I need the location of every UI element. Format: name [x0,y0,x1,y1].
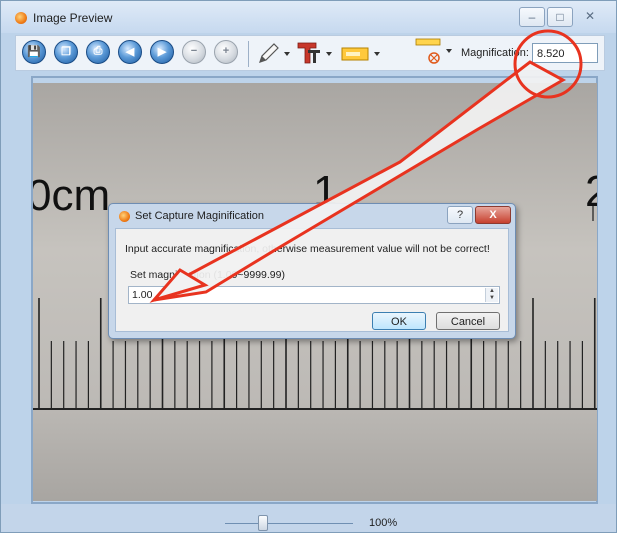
cancel-button[interactable]: Cancel [436,312,500,330]
zoom-percent-label: 100% [369,517,398,529]
pen-tool-button[interactable] [256,40,292,66]
toolbar: 💾 ❐ ⎙ ◀ ▶ − + Magnification: 8.520 [15,35,605,71]
dialog-body: Input accurate magnification, otherwise … [115,228,509,332]
save-icon: 💾 [27,46,41,58]
text-tool-button[interactable] [296,40,334,66]
spin-up-icon: ▲ [489,288,495,294]
measure-tool-button[interactable] [414,36,456,68]
ruler-label-0: 0cm [33,171,111,220]
back-button[interactable]: ◀ [118,40,142,64]
chevron-down-icon [284,52,290,56]
chevron-down-icon [326,52,332,56]
minimize-button[interactable]: – [519,7,545,27]
zoom-in-icon: + [222,45,230,57]
set-magnification-label: Set magnification (1.00~9999.99) [130,269,285,281]
ruler-measure-icon [415,38,441,64]
magnification-value-input[interactable]: 1.00 ▲ ▼ [128,286,500,304]
chevron-down-icon [374,52,380,56]
magnification-value-text: 1.00 [132,289,153,301]
save-button[interactable]: 💾 [22,40,46,64]
zoom-slider-thumb[interactable] [258,515,269,531]
forward-icon: ▶ [157,46,167,58]
maximize-button[interactable]: □ [547,7,573,27]
window-title: Image Preview [33,11,113,25]
print-icon: ⎙ [93,45,103,57]
dialog-close-button[interactable]: X [475,206,511,224]
close-button[interactable]: ✕ [575,7,605,25]
title-bar: Image Preview – □ ✕ [1,1,616,33]
ok-button[interactable]: OK [372,312,426,330]
toolbar-separator [248,41,249,67]
label-tool-button[interactable] [340,40,382,66]
forward-button[interactable]: ▶ [150,40,174,64]
set-magnification-dialog: Set Capture Maginification ? X Input acc… [108,203,516,339]
dialog-title: Set Capture Maginification [135,210,265,222]
ruler-label-2: 2 [585,167,597,217]
pencil-icon [259,43,279,63]
chevron-down-icon [446,49,452,53]
spin-stepper[interactable]: ▲ ▼ [485,288,498,302]
copy-button[interactable]: ❐ [54,40,78,64]
spin-down-icon: ▼ [489,295,495,301]
app-logo-icon [15,12,27,24]
text-icon [297,42,320,64]
help-button[interactable]: ? [447,206,473,224]
zoom-slider-track[interactable] [225,523,353,524]
dialog-message: Input accurate magnification, otherwise … [125,243,490,255]
print-button[interactable]: ⎙ [86,40,110,64]
zoom-in-button[interactable]: + [214,40,238,64]
back-icon: ◀ [125,46,135,58]
zoom-out-button[interactable]: − [182,40,206,64]
status-bar [1,504,616,532]
zoom-out-icon: − [190,45,198,57]
app-logo-icon [119,211,130,222]
magnification-label: Magnification: [461,47,529,59]
magnification-input[interactable]: 8.520 [532,43,598,63]
copy-icon: ❐ [61,46,71,58]
label-icon [341,47,369,61]
